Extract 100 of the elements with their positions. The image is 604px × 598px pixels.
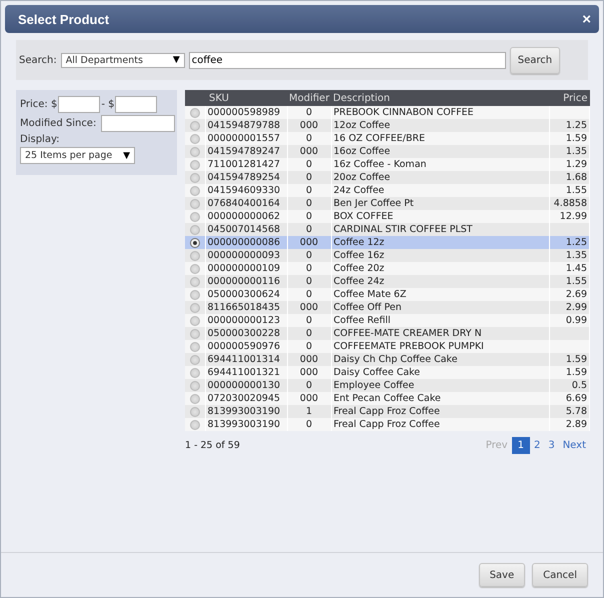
dialog-button[interactable]: Save bbox=[478, 563, 526, 587]
table-cell: Coffee 24z bbox=[331, 275, 550, 288]
table-cell: CARDINAL STIR COFFEE PLST bbox=[331, 223, 550, 236]
table-row[interactable]: 050000300228 0 COFFEE-MATE CREAMER DRY N bbox=[185, 327, 590, 340]
page-link[interactable]: 2 bbox=[530, 437, 544, 454]
table-cell: 811665018435 bbox=[205, 301, 287, 314]
table-row[interactable]: 694411001314 000 Daisy Ch Chp Coffee Cake 1.59 bbox=[185, 353, 590, 366]
table-cell: 0 bbox=[287, 249, 331, 262]
table-row[interactable]: 000000000062 0 BOX COFFEE 12.99 bbox=[185, 210, 590, 223]
radio-button[interactable] bbox=[190, 250, 200, 260]
radio-button[interactable] bbox=[190, 172, 200, 182]
table-row[interactable]: 000000000116 0 Coffee 24z 1.55 bbox=[185, 275, 590, 288]
radio-button[interactable] bbox=[190, 134, 200, 144]
search-button[interactable]: Search bbox=[510, 46, 560, 74]
radio-button[interactable] bbox=[190, 146, 200, 156]
table-row[interactable]: 813993003190 1 Freal Capp Froz Coffee 5.78 bbox=[185, 405, 590, 418]
table-cell: 12.99 bbox=[550, 210, 590, 223]
radio-button[interactable] bbox=[190, 238, 200, 248]
table-row[interactable]: 694411001321 000 Daisy Coffee Cake 1.59 bbox=[185, 366, 590, 379]
table-cell: 711001281427 bbox=[205, 158, 287, 171]
table-cell: 050000300228 bbox=[205, 327, 287, 340]
table-row[interactable]: 711001281427 0 16z Coffee - Koman 1.29 bbox=[185, 158, 590, 171]
table-cell: 0 bbox=[287, 132, 331, 145]
table-row[interactable]: 000000000086 000 Coffee 12z 1.25 bbox=[185, 236, 590, 249]
table-cell: 0 bbox=[287, 223, 331, 236]
radio-button[interactable] bbox=[190, 108, 200, 118]
radio-button[interactable] bbox=[190, 354, 200, 364]
table-cell: 000 bbox=[287, 353, 331, 366]
radio-button[interactable] bbox=[190, 276, 200, 286]
price-label: Price: $ bbox=[20, 99, 58, 110]
radio-button[interactable] bbox=[190, 160, 200, 170]
table-row[interactable]: 000000598989 0 PREBOOK CINNABON COFFEE bbox=[185, 106, 590, 119]
table-row[interactable]: 811665018435 000 Coffee Off Pen 2.99 bbox=[185, 301, 590, 314]
table-row[interactable]: 041594879788 000 12oz Coffee 1.25 bbox=[185, 119, 590, 132]
radio-button[interactable] bbox=[190, 316, 200, 326]
table-row[interactable]: 072030020945 000 Ent Pecan Coffee Cake 6.69 bbox=[185, 392, 590, 405]
radio-button[interactable] bbox=[190, 264, 200, 274]
table-cell: 000 bbox=[287, 392, 331, 405]
radio-button[interactable] bbox=[190, 394, 200, 404]
radio-button[interactable] bbox=[190, 420, 200, 430]
table-row[interactable]: 000000590976 0 COFFEEMATE PREBOOK PUMPKI bbox=[185, 340, 590, 353]
table-cell: Coffee Off Pen bbox=[331, 301, 550, 314]
table-cell: 000 bbox=[287, 119, 331, 132]
table-row[interactable]: 000000000123 0 Coffee Refill 0.99 bbox=[185, 314, 590, 327]
table-cell: 0 bbox=[287, 171, 331, 184]
table-cell: Daisy Coffee Cake bbox=[331, 366, 550, 379]
table-row[interactable]: 813993003190 0 Freal Capp Froz Coffee 2.89 bbox=[185, 418, 590, 431]
table-row[interactable]: 076840400164 0 Ben Jer Coffee Pt 4.8858 bbox=[185, 197, 590, 210]
table-row[interactable]: 041594789254 0 20oz Coffee 1.68 bbox=[185, 171, 590, 184]
max-price-field[interactable] bbox=[115, 96, 158, 113]
table-cell: 12oz Coffee bbox=[331, 119, 550, 132]
table-cell: 000 bbox=[287, 301, 331, 314]
radio-button[interactable] bbox=[190, 290, 200, 300]
radio-button[interactable] bbox=[190, 198, 200, 208]
table-row[interactable]: 041594609330 0 24z Coffee 1.55 bbox=[185, 184, 590, 197]
display-dropdown[interactable]: 25 Items per page ▼ bbox=[20, 147, 135, 164]
radio-button[interactable] bbox=[190, 224, 200, 234]
radio-button[interactable] bbox=[190, 212, 200, 222]
radio-button[interactable] bbox=[190, 380, 200, 390]
table-row[interactable]: 000000000109 0 Coffee 20z 1.45 bbox=[185, 262, 590, 275]
radio-button[interactable] bbox=[190, 406, 200, 416]
next-link[interactable]: Next bbox=[558, 437, 590, 454]
radio-button[interactable] bbox=[190, 186, 200, 196]
table-cell: 0 bbox=[287, 275, 331, 288]
table-row[interactable]: 041594789247 000 16oz Coffee 1.35 bbox=[185, 145, 590, 158]
table-cell: 1.59 bbox=[550, 366, 590, 379]
page-link[interactable]: 1 bbox=[512, 437, 530, 454]
page-link[interactable]: 3 bbox=[544, 437, 559, 454]
min-price-field[interactable] bbox=[58, 96, 100, 113]
column-header: Price bbox=[550, 90, 590, 106]
radio-button[interactable] bbox=[190, 302, 200, 312]
table-cell: 0 bbox=[287, 210, 331, 223]
table-row[interactable]: 000000000093 0 Coffee 16z 1.35 bbox=[185, 249, 590, 262]
table-cell: 694411001321 bbox=[205, 366, 287, 379]
table-row[interactable]: 045007014568 0 CARDINAL STIR COFFEE PLST bbox=[185, 223, 590, 236]
radio-button[interactable] bbox=[190, 342, 200, 352]
table-cell: 0 bbox=[287, 288, 331, 301]
table-cell: 1.45 bbox=[550, 262, 590, 275]
table-row[interactable]: 000000001557 0 16 OZ COFFEE/BRE 1.59 bbox=[185, 132, 590, 145]
table-cell: 1.35 bbox=[550, 249, 590, 262]
modified-since-field[interactable] bbox=[101, 115, 176, 132]
radio-button[interactable] bbox=[190, 368, 200, 378]
table-cell: 050000300624 bbox=[205, 288, 287, 301]
dialog-button[interactable]: Cancel bbox=[532, 563, 588, 587]
search-field[interactable]: coffee bbox=[188, 52, 506, 68]
table-cell: 000000001557 bbox=[205, 132, 287, 145]
table-cell: 1.68 bbox=[550, 171, 590, 184]
radio-button[interactable] bbox=[190, 328, 200, 338]
column-header: SKU bbox=[205, 90, 287, 106]
table-cell: 000 bbox=[287, 236, 331, 249]
table-cell: 045007014568 bbox=[205, 223, 287, 236]
department-dropdown[interactable]: All Departments ▼ bbox=[60, 52, 185, 68]
table-cell: 4.8858 bbox=[550, 197, 590, 210]
table-cell: 694411001314 bbox=[205, 353, 287, 366]
radio-button[interactable] bbox=[190, 120, 200, 130]
table-cell: 000000000116 bbox=[205, 275, 287, 288]
table-row[interactable]: 050000300624 0 Coffee Mate 6Z 2.69 bbox=[185, 288, 590, 301]
table-cell: 1.59 bbox=[550, 132, 590, 145]
table-row[interactable]: 000000000130 0 Employee Coffee 0.5 bbox=[185, 379, 590, 392]
close-button[interactable]: × bbox=[582, 10, 591, 28]
